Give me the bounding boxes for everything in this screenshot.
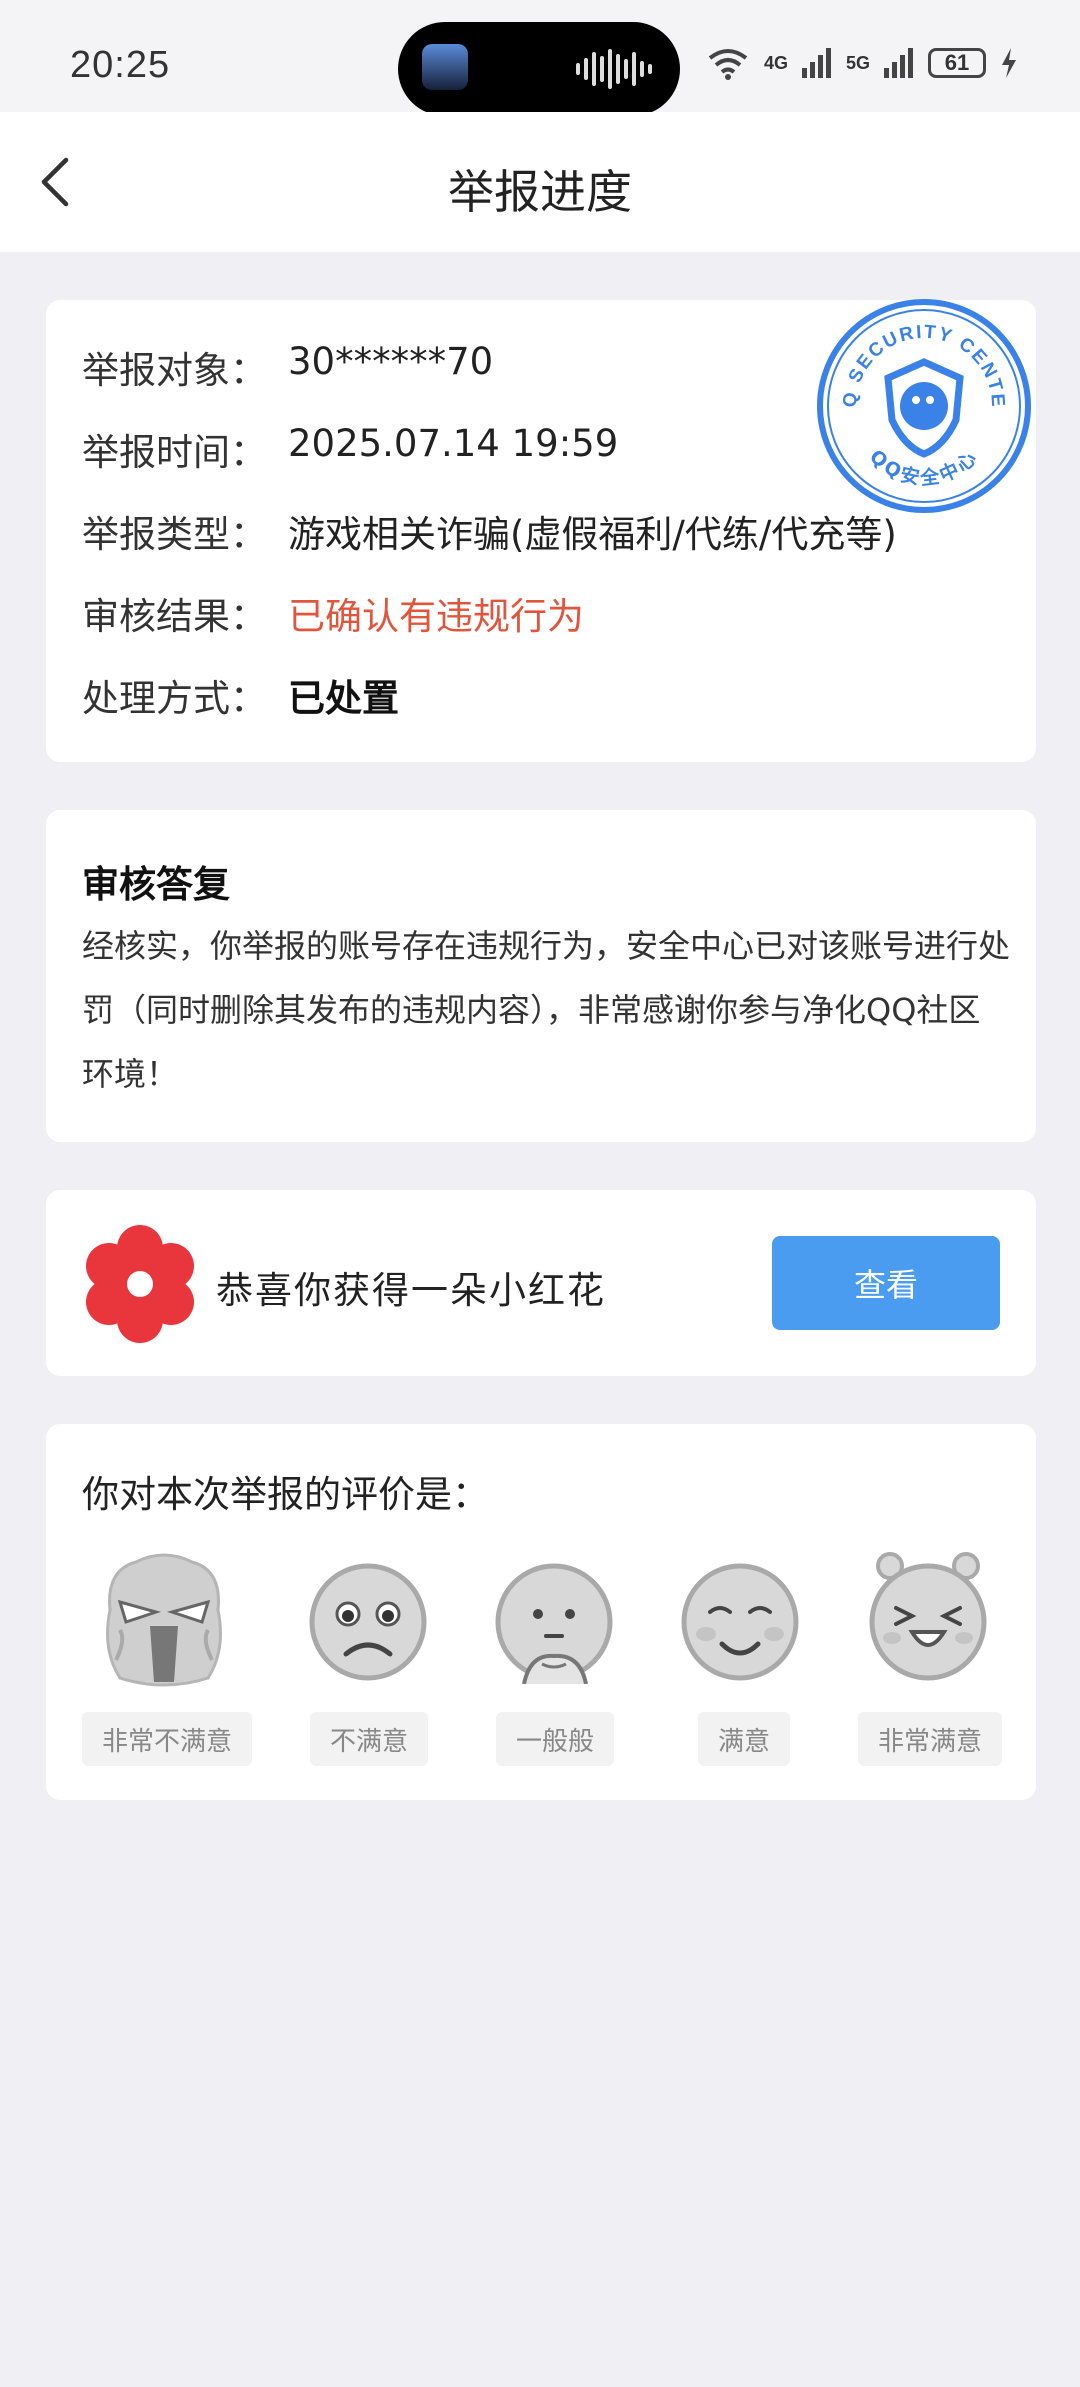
page-title: 举报进度 (448, 165, 632, 219)
signal-4g-label: 4G (763, 52, 788, 73)
handling-label: 处理方式： (82, 677, 267, 720)
rating-option-label: 非常满意 (858, 1712, 1003, 1766)
report-type-value: 游戏相关诈骗(虚假福利/代练/代充等) (288, 513, 897, 556)
review-reply-text: 经核实，你举报的账号存在违规行为，安全中心已对该账号进行处罚（同时删除其发布的违… (82, 927, 1011, 1093)
report-target-value: 30******70 (288, 340, 494, 383)
reward-card: 恭喜你获得一朵小红花 查看 (46, 1190, 1036, 1376)
audio-waveform-icon (576, 48, 652, 90)
status-time: 20:25 (70, 44, 171, 86)
rating-card: 你对本次举报的评价是： 非常不满意 不满意 一般般 满意 非常满意 (46, 1424, 1036, 1800)
signal-bars-icon (801, 48, 831, 78)
report-info-card: 举报对象： 30******70 举报时间： 2025.07.14 19:59 … (46, 296, 1036, 762)
dynamic-island[interactable] (398, 22, 680, 116)
report-target-row: 举报对象： 30******70 (82, 340, 493, 394)
rating-option-label: 不满意 (310, 1712, 429, 1766)
report-time-label: 举报时间： (82, 431, 267, 474)
satisfied-face-icon (681, 1563, 799, 1681)
neutral-face-icon (495, 1563, 613, 1684)
handling-row: 处理方式： 已处置 (82, 668, 399, 722)
media-thumbnail-icon (422, 44, 468, 90)
report-type-label: 举报类型： (82, 513, 267, 556)
security-center-stamp-icon: QQ SECURITY CENTER QQ安全中心 (814, 296, 1031, 513)
review-result-label: 审核结果： (82, 595, 267, 638)
reward-text: 恭喜你获得一朵小红花 (216, 1269, 606, 1312)
report-time-row: 举报时间： 2025.07.14 19:59 (82, 422, 618, 476)
review-result-value: 已确认有违规行为 (288, 595, 584, 638)
battery-icon: 61 (928, 48, 986, 78)
handling-value: 已处置 (288, 677, 399, 720)
review-result-row: 审核结果： 已确认有违规行为 (82, 586, 584, 640)
status-bar: 20:25 4G 5G 61 (0, 0, 1080, 116)
report-target-label: 举报对象： (82, 349, 267, 392)
signal-bars-icon (884, 48, 913, 78)
charging-bolt-icon (1002, 48, 1016, 78)
status-icons: 4G 5G 61 (706, 46, 1018, 80)
very-dissatisfied-face-icon (106, 1553, 222, 1687)
rating-option-label: 一般般 (496, 1712, 615, 1766)
report-time-value: 2025.07.14 19:59 (288, 422, 619, 465)
red-flower-icon (86, 1225, 194, 1343)
wifi-icon (708, 49, 748, 80)
rating-option-label: 非常不满意 (82, 1712, 253, 1766)
rating-option-label: 满意 (698, 1712, 791, 1766)
signal-5g-label: 5G (845, 52, 870, 73)
nav-header: 举报进度 (0, 112, 1080, 252)
battery-level: 61 (944, 50, 970, 75)
very-satisfied-face-icon (869, 1552, 987, 1681)
dissatisfied-face-icon (309, 1563, 427, 1681)
review-reply-title: 审核答复 (82, 863, 230, 906)
review-reply-card: 审核答复 经核实，你举报的账号存在违规行为，安全中心已对该账号进行处罚（同时删除… (46, 810, 1036, 1142)
report-type-row: 举报类型： 游戏相关诈骗(虚假福利/代练/代充等) (82, 504, 897, 558)
rating-title: 你对本次举报的评价是： (82, 1473, 489, 1516)
view-button[interactable]: 查看 (772, 1236, 1000, 1330)
